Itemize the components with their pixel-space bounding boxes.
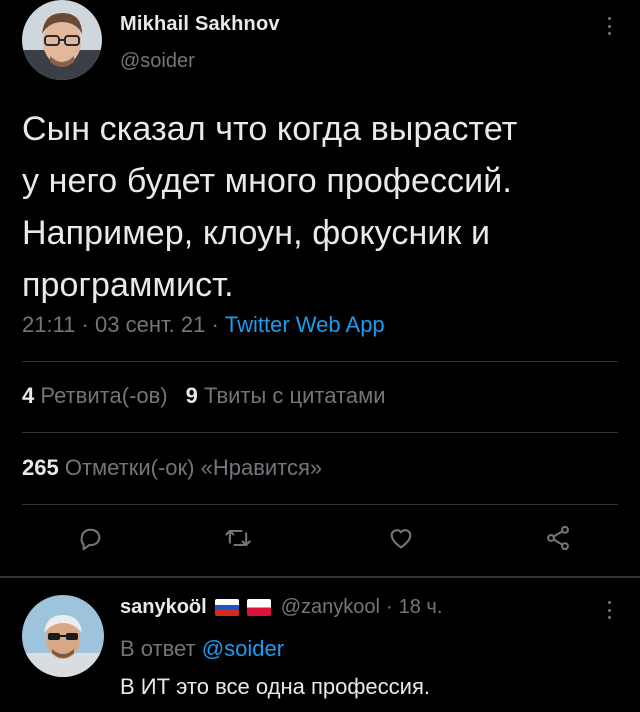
action-bar (0, 520, 640, 560)
reply-header: sanykoöl @zanykool · 18 ч. (120, 596, 442, 619)
reply-author-name[interactable]: sanykoöl (120, 596, 207, 619)
flag-russia-icon (214, 599, 239, 616)
likes-stat[interactable]: 265 Отметки(-ок) «Нравится» (22, 455, 322, 480)
tweet-text-line: программист. (22, 266, 234, 304)
reply-author-avatar[interactable] (22, 595, 104, 677)
tweet-source-link[interactable]: Twitter Web App (225, 312, 385, 337)
divider (22, 504, 618, 505)
meta-dot: · (211, 312, 219, 337)
like-stats: 265 Отметки(-ок) «Нравится» (22, 455, 340, 481)
retweets-count: 4 (22, 383, 35, 408)
author-name[interactable]: Mikhail Sakhnov (120, 13, 280, 36)
retweet-icon[interactable] (220, 520, 256, 556)
reply-author-handle[interactable]: @zanykool (281, 596, 380, 619)
tweet-text: Сын сказал что когда вырастет у него буд… (22, 103, 622, 311)
tweet-text-line: Сын сказал что когда вырастет (22, 110, 518, 148)
share-icon[interactable] (540, 520, 576, 556)
tweet-date[interactable]: 03 сент. 21 (95, 312, 205, 337)
author-avatar[interactable] (22, 0, 102, 80)
reply-text: В ИТ это все одна профессия. (120, 674, 430, 699)
more-options-icon[interactable] (599, 598, 619, 622)
meta-dot: · (81, 312, 89, 337)
reply-time[interactable]: 18 ч. (399, 596, 443, 619)
reply-to-line: В ответ @soider (120, 636, 284, 662)
quotes-label: Твиты с цитатами (203, 383, 386, 408)
tweet-text-line: Например, клоун, фокусник и (22, 214, 491, 252)
reply-to-mention[interactable]: @soider (202, 636, 284, 661)
tweet-time[interactable]: 21:11 (22, 312, 75, 337)
like-icon[interactable] (383, 520, 419, 556)
retweets-label: Ретвита(-ов) (40, 383, 168, 408)
author-handle[interactable]: @soider (120, 50, 195, 73)
reply-tweet[interactable]: sanykoöl @zanykool · 18 ч. В ответ @soid… (0, 578, 640, 712)
divider (22, 361, 618, 362)
flag-poland-icon (246, 599, 271, 616)
retweets-stat[interactable]: 4 Ретвита(-ов) (22, 383, 168, 408)
divider (22, 432, 618, 433)
retweet-stats: 4 Ретвита(-ов) 9 Твиты с цитатами (22, 383, 404, 409)
tweet-meta: 21:11 · 03 сент. 21 · Twitter Web App (22, 312, 385, 338)
likes-label: Отметки(-ок) «Нравится» (64, 455, 323, 480)
reply-to-prefix: В ответ (120, 636, 196, 661)
likes-count: 265 (22, 455, 59, 480)
reply-icon[interactable] (72, 520, 108, 556)
tweet-text-line: у него будет много профессий. (22, 162, 512, 200)
quotes-count: 9 (185, 383, 198, 408)
meta-dot: · (385, 596, 393, 618)
main-tweet: Mikhail Sakhnov @soider Сын сказал что к… (0, 0, 640, 578)
quotes-stat[interactable]: 9 Твиты с цитатами (186, 383, 386, 408)
more-options-icon[interactable] (599, 14, 619, 38)
